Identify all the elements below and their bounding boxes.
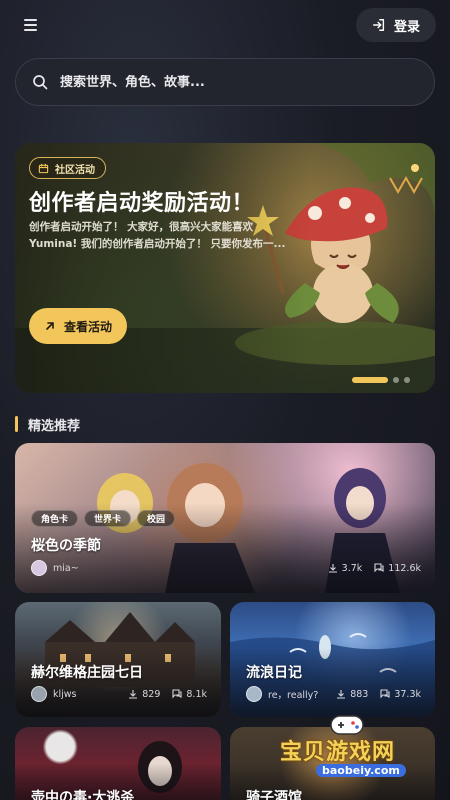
carousel-dot[interactable] xyxy=(393,377,399,383)
download-icon xyxy=(129,690,138,699)
avatar[interactable] xyxy=(31,686,47,702)
featured-card[interactable]: 流浪日记 re，really? 883 37.3k xyxy=(230,602,435,717)
watermark-text: 宝贝游戏网 xyxy=(280,740,396,765)
event-tag-label: 社区活动 xyxy=(55,164,95,176)
download-icon xyxy=(328,564,337,573)
chat-icon xyxy=(374,563,384,573)
search-bar[interactable] xyxy=(15,58,435,106)
card-overlay xyxy=(15,648,221,717)
chat-count: 8.1k xyxy=(186,688,207,700)
featured-card[interactable]: 赫尔维格庄园七日 kljws 829 8.1k xyxy=(15,602,221,717)
banner-title: 创作者启动奖励活动！ xyxy=(29,191,255,216)
watermark-logo: 宝贝游戏网 baobeiy.com xyxy=(272,712,422,792)
chat-icon xyxy=(172,689,182,699)
card-meta: kljws 829 8.1k xyxy=(31,686,207,702)
card-meta: mia~ 3.7k 112.6k xyxy=(31,560,421,576)
download-icon xyxy=(337,690,346,699)
carousel-dot[interactable] xyxy=(404,377,410,383)
carousel-indicator xyxy=(352,377,410,383)
menu-icon[interactable] xyxy=(24,14,50,36)
tag-chip[interactable]: 角色卡 xyxy=(31,510,79,527)
avatar[interactable] xyxy=(31,560,47,576)
view-event-label: 查看活动 xyxy=(63,319,112,334)
card-stats: 3.7k 112.6k xyxy=(328,563,421,574)
calendar-icon xyxy=(38,163,49,173)
watermark-url: baobeiy.com xyxy=(316,764,406,777)
featured-card[interactable]: 壶中の毒·大逃杀 xyxy=(15,727,221,800)
chat-stat: 37.3k xyxy=(380,689,421,700)
card-stats: 883 37.3k xyxy=(336,689,421,700)
download-count: 829 xyxy=(142,688,161,700)
event-banner[interactable]: 社区活动 创作者启动奖励活动！ 创作者启动开始了！ 大家好，很高兴大家能喜欢Yu… xyxy=(15,143,435,393)
login-button[interactable]: 登录 xyxy=(356,8,436,42)
author-name[interactable]: mia~ xyxy=(53,563,79,574)
event-tag: 社区活动 xyxy=(29,157,106,179)
author-name[interactable]: re，really? xyxy=(268,687,318,701)
featured-section-header: 精选推荐 xyxy=(15,415,81,434)
card-title: 赫尔维格庄园七日 xyxy=(31,665,143,681)
chat-count: 112.6k xyxy=(388,562,421,574)
card-overlay xyxy=(230,648,435,717)
card-title: 壶中の毒·大逃杀 xyxy=(31,790,135,800)
card-tags: 角色卡 世界卡 校园 xyxy=(31,510,176,527)
author-name[interactable]: kljws xyxy=(53,689,77,700)
banner-overlay xyxy=(15,143,435,393)
chat-icon xyxy=(380,689,390,699)
banner-description: 创作者启动开始了！ 大家好，很高兴大家能喜欢Yumina! 我们的创作者启动开始… xyxy=(29,221,286,250)
chat-stat: 112.6k xyxy=(374,563,421,574)
card-stats: 829 8.1k xyxy=(128,689,207,700)
card-meta: re，really? 883 37.3k xyxy=(246,686,421,702)
section-accent-bar xyxy=(15,416,18,432)
download-count: 3.7k xyxy=(341,562,363,574)
login-icon xyxy=(373,19,385,31)
tag-chip[interactable]: 世界卡 xyxy=(84,510,132,527)
top-bar: 登录 xyxy=(0,0,450,50)
download-stat: 829 xyxy=(128,689,160,700)
download-stat: 883 xyxy=(336,689,368,700)
card-title: 流浪日记 xyxy=(246,665,302,681)
view-event-button[interactable]: 查看活动 xyxy=(29,308,127,344)
section-title: 精选推荐 xyxy=(28,418,81,434)
login-label: 登录 xyxy=(393,19,420,35)
download-count: 883 xyxy=(350,688,369,700)
chat-stat: 8.1k xyxy=(172,689,207,700)
search-icon xyxy=(33,75,48,90)
card-title: 桜色の季節 xyxy=(31,538,101,554)
search-input[interactable] xyxy=(60,74,400,90)
carousel-dot-active[interactable] xyxy=(352,377,388,383)
chat-count: 37.3k xyxy=(394,688,421,700)
avatar[interactable] xyxy=(246,686,262,702)
tag-chip[interactable]: 校园 xyxy=(137,510,176,527)
featured-card[interactable]: 角色卡 世界卡 校园 桜色の季節 mia~ 3.7k 112.6k xyxy=(15,443,435,593)
download-stat: 3.7k xyxy=(328,562,363,574)
arrow-up-right-icon xyxy=(46,322,54,330)
